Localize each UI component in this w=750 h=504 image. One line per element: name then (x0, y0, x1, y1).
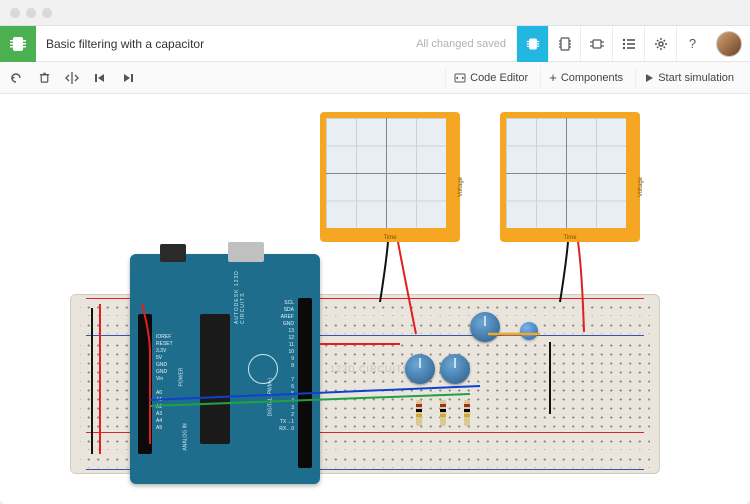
project-title[interactable]: Basic filtering with a capacitor (36, 37, 416, 51)
start-simulation-button[interactable]: Start simulation (635, 68, 742, 88)
settings-button[interactable] (644, 26, 676, 62)
potentiometer-3[interactable] (470, 312, 500, 342)
action-buttons: Code Editor + Components Start simulatio… (445, 66, 742, 89)
capacitor[interactable] (520, 322, 538, 340)
app-logo-icon[interactable] (0, 26, 36, 62)
app-window: Basic filtering with a capacitor All cha… (0, 0, 750, 504)
potentiometer-2[interactable] (440, 354, 470, 384)
arduino-brand-text: AUTODESK 123D CIRCUITS (234, 238, 246, 324)
save-status: All changed saved (416, 38, 516, 50)
edit-tools (8, 70, 136, 86)
scope-1-ylabel: Voltage (458, 177, 464, 197)
resistor-2[interactable] (440, 400, 446, 426)
top-right-controls: ? (516, 26, 750, 61)
view-list-button[interactable] (612, 26, 644, 62)
secondary-toolbar: Code Editor + Components Start simulatio… (0, 62, 750, 94)
code-editor-label: Code Editor (470, 72, 528, 84)
breadboard-watermark: 123D.CIRCUITS (330, 364, 410, 374)
wire-scope1-black (380, 242, 388, 302)
plus-icon: + (549, 70, 557, 85)
oscilloscope-2[interactable]: Time Voltage (500, 112, 640, 242)
undo-button[interactable] (8, 70, 24, 86)
arduino-power-label: POWER (178, 368, 184, 387)
traffic-zoom[interactable] (42, 8, 52, 18)
arduino-left-labels: IOREFRESET3.3V5VGNDGNDVinA0A1A2A3A4A5 (156, 334, 173, 432)
titlebar: Basic filtering with a capacitor All cha… (0, 26, 750, 62)
user-avatar[interactable] (716, 31, 742, 57)
arduino-right-labels: SCLSDAAREFGND1312111098765432TX→1RX←0 (279, 300, 294, 433)
arduino-analog-label: ANALOG IN (183, 423, 189, 450)
arduino-left-header (138, 314, 152, 454)
window-chrome (0, 0, 750, 26)
arduino-digital-label: DIGITAL (PWM~) (268, 378, 274, 417)
scope-2-screen (506, 118, 626, 228)
start-sim-label: Start simulation (658, 72, 734, 84)
resistor-3[interactable] (464, 400, 470, 426)
arduino-right-header (298, 298, 312, 468)
traffic-close[interactable] (10, 8, 20, 18)
code-editor-button[interactable]: Code Editor (445, 68, 536, 88)
components-button[interactable]: + Components (540, 66, 631, 89)
arduino-mcu-chip (200, 314, 230, 444)
arduino-board[interactable]: IOREFRESET3.3V5VGNDGNDVinA0A1A2A3A4A5 SC… (130, 254, 320, 484)
traffic-minimize[interactable] (26, 8, 36, 18)
view-schematic-button[interactable] (580, 26, 612, 62)
mirror-button[interactable] (64, 70, 80, 86)
view-circuits-button[interactable] (516, 26, 548, 62)
scope-2-ylabel: Voltage (638, 177, 644, 197)
step-forward-button[interactable] (120, 70, 136, 86)
arduino-power-jack (160, 244, 186, 262)
potentiometer-1[interactable] (405, 354, 435, 384)
help-button[interactable]: ? (676, 26, 708, 62)
arduino-logo-icon (248, 354, 278, 384)
step-back-button[interactable] (92, 70, 108, 86)
view-code-button[interactable] (548, 26, 580, 62)
resistor-1[interactable] (416, 400, 422, 426)
scope-1-screen (326, 118, 446, 228)
scope-1-xlabel: Time (383, 235, 396, 241)
wire-scope2-black (560, 242, 568, 302)
components-label: Components (561, 72, 623, 84)
oscilloscope-1[interactable]: Time Voltage (320, 112, 460, 242)
design-canvas[interactable]: Time Voltage Time Voltage 123D.CIRCUITS (0, 94, 750, 504)
delete-button[interactable] (36, 70, 52, 86)
scope-2-xlabel: Time (563, 235, 576, 241)
